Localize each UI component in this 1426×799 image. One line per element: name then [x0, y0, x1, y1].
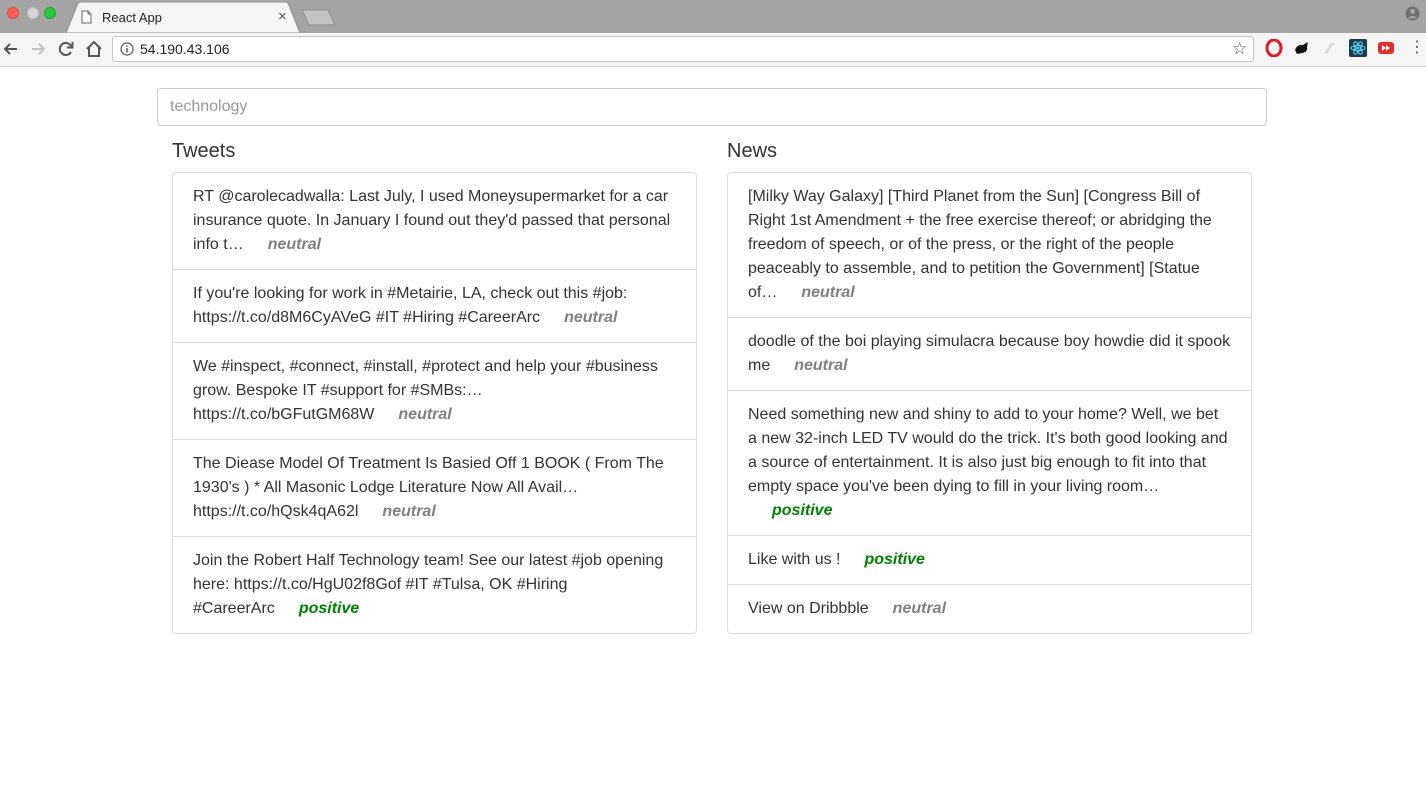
tab-strip: React App × [0, 0, 1426, 33]
item-text: Like with us ! [748, 551, 841, 568]
document-icon [81, 10, 92, 24]
list-item: RT @carolecadwalla: Last July, I used Mo… [173, 173, 696, 269]
maximize-window-button[interactable] [44, 7, 56, 19]
list-item: View on Dribbble neutral [728, 584, 1251, 633]
reload-icon[interactable] [56, 39, 76, 59]
sentiment-label: positive [772, 502, 833, 519]
sentiment-label: neutral [801, 284, 855, 301]
item-text: Join the Robert Half Technology team! Se… [193, 552, 664, 617]
close-window-button[interactable] [7, 7, 19, 19]
menu-icon[interactable]: ⋮ [1409, 40, 1425, 56]
sentiment-label: neutral [564, 309, 618, 326]
item-text: If you're looking for work in #Metairie,… [193, 285, 628, 326]
sentiment-label: neutral [398, 406, 452, 423]
opera-icon[interactable] [1265, 39, 1283, 57]
youtube-icon[interactable] [1377, 39, 1395, 57]
browser-tab[interactable]: React App × [66, 2, 300, 33]
tweets-list: RT @carolecadwalla: Last July, I used Mo… [172, 172, 697, 634]
sentiment-label: neutral [794, 357, 848, 374]
list-item: doodle of the boi playing simulacra beca… [728, 317, 1251, 390]
tweets-title: Tweets [172, 140, 236, 162]
url-text[interactable]: 54.190.43.106 [140, 41, 230, 57]
back-icon[interactable] [1, 39, 21, 59]
home-icon[interactable] [84, 39, 104, 59]
profile-icon[interactable] [1405, 6, 1420, 21]
info-icon[interactable] [120, 42, 134, 56]
browser-toolbar: 54.190.43.106 ☆ ⋮ [0, 33, 1426, 67]
news-title: News [727, 140, 778, 162]
list-item: If you're looking for work in #Metairie,… [173, 269, 696, 342]
item-text: View on Dribbble [748, 600, 869, 617]
extension-icon[interactable] [1321, 39, 1339, 57]
list-item: Join the Robert Half Technology team! Se… [173, 536, 696, 633]
react-icon[interactable] [1349, 39, 1367, 57]
star-icon[interactable]: ☆ [1232, 39, 1247, 59]
news-list: [Milky Way Galaxy] [Third Planet from th… [727, 172, 1252, 634]
list-item: We #inspect, #connect, #install, #protec… [173, 342, 696, 439]
close-icon[interactable]: × [278, 8, 287, 26]
item-text: Need something new and shiny to add to y… [748, 406, 1228, 495]
sentiment-label: neutral [382, 503, 436, 520]
list-item: [Milky Way Galaxy] [Third Planet from th… [728, 173, 1251, 317]
address-bar[interactable]: 54.190.43.106 ☆ [112, 36, 1254, 62]
list-item: The Diease Model Of Treatment Is Basied … [173, 439, 696, 536]
tab-title: React App [102, 10, 162, 25]
list-item: Need something new and shiny to add to y… [728, 390, 1251, 535]
forward-icon[interactable] [28, 39, 48, 59]
search-input[interactable] [157, 88, 1267, 126]
new-tab-icon[interactable] [302, 9, 336, 26]
sentiment-label: neutral [892, 600, 947, 617]
sentiment-label: positive [864, 551, 925, 568]
item-text: RT @carolecadwalla: Last July, I used Mo… [193, 188, 671, 253]
list-item: Like with us ! positive [728, 535, 1251, 584]
sentiment-label: neutral [267, 236, 322, 253]
extension-icon[interactable] [1293, 39, 1311, 57]
minimize-window-button[interactable] [27, 7, 39, 19]
sentiment-label: positive [298, 600, 360, 617]
